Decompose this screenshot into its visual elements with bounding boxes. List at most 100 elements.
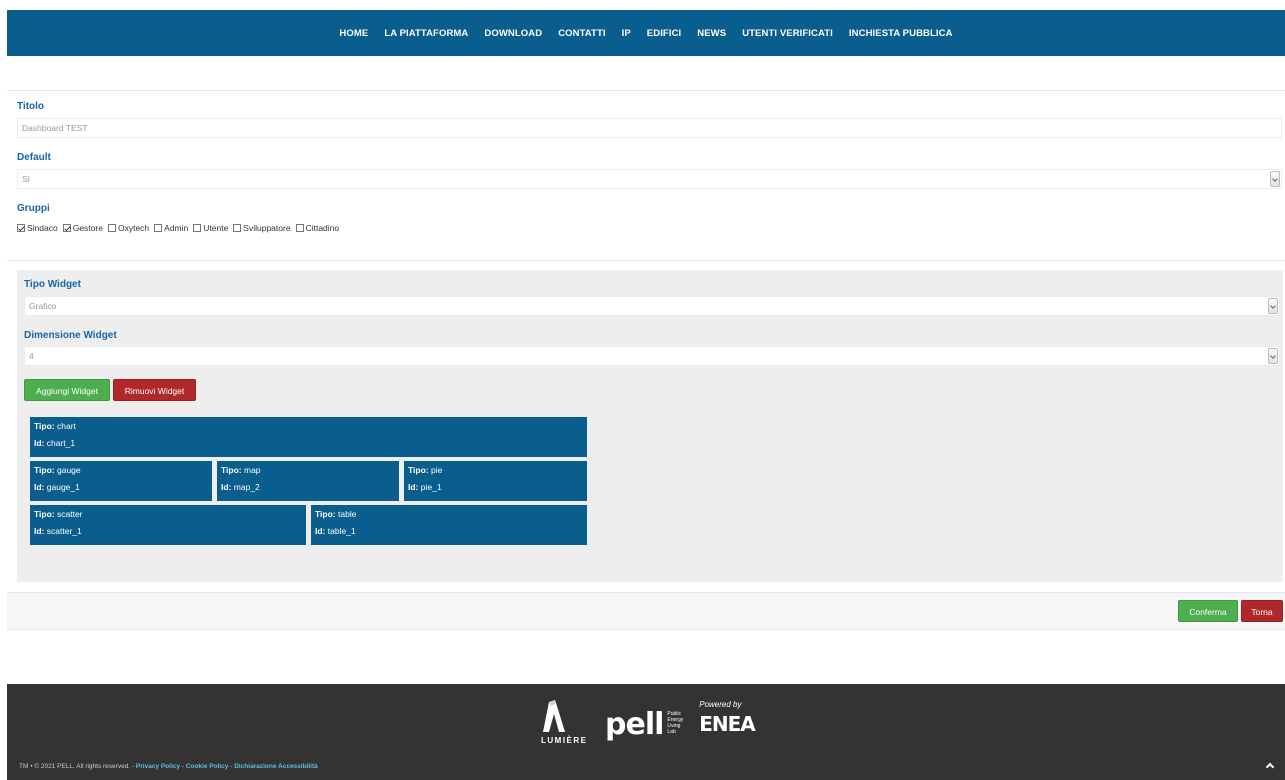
checkbox-icon[interactable] <box>233 224 242 232</box>
chevron-up-icon[interactable] <box>1265 760 1275 770</box>
nav-news[interactable]: NEWS <box>697 28 726 39</box>
widget-id: scatter_1 <box>46 526 82 536</box>
checkbox-label: Utente <box>203 223 229 233</box>
id-prefix: Id: <box>34 482 45 492</box>
nav-utenti-verificati[interactable]: UTENTI VERIFICATI <box>742 28 833 39</box>
pell-text: pell <box>605 707 664 742</box>
widget-id: pie_1 <box>420 482 442 492</box>
widget-grid: Tipo: chart Id: chart_1 Tipo: gauge Id: … <box>30 417 587 549</box>
nav-la-piattaforma[interactable]: LA PIATTAFORMA <box>384 28 468 39</box>
accessibility-link[interactable]: Dichiarazione Accessibilità <box>234 763 318 770</box>
checkbox-label: Gestore <box>72 223 103 233</box>
titolo-input[interactable]: Dashboard TEST <box>17 118 1282 138</box>
widget-tipo: gauge <box>57 465 81 475</box>
actions-bar: Conferma Torna <box>7 592 1285 630</box>
checkbox-checked-icon[interactable] <box>62 224 71 232</box>
footer-logos: LUMIÈRE pell Public Energy Living Lab Po… <box>535 698 756 748</box>
id-prefix: Id: <box>221 482 232 492</box>
widget-tipo: table <box>338 509 357 519</box>
tipo-prefix: Tipo: <box>34 465 55 475</box>
checkbox-checked-icon[interactable] <box>17 224 25 232</box>
copyright: TM • © 2021 PELL. All rights reserved. -… <box>19 763 318 770</box>
nav-home[interactable]: HOME <box>339 28 368 39</box>
widget-id: map_2 <box>233 482 260 492</box>
powered-by: Powered by <box>699 700 742 709</box>
pell-logo: pell Public Energy Living Lab <box>605 710 683 740</box>
back-button[interactable]: Torna <box>1241 600 1283 622</box>
checkbox-cittadino[interactable]: Cittadino <box>295 223 340 233</box>
tipo-prefix: Tipo: <box>221 465 242 475</box>
default-select-value: SI <box>22 174 31 184</box>
tipo-widget-label: Tipo Widget <box>24 279 81 290</box>
checkbox-sindaco[interactable]: Sindaco <box>17 223 58 233</box>
footer: LUMIÈRE pell Public Energy Living Lab Po… <box>7 684 1285 780</box>
widget-card-gauge[interactable]: Tipo: gauge Id: gauge_1 <box>30 461 212 501</box>
lumiere-icon <box>543 700 565 732</box>
copyright-text: TM • © 2021 PELL. All rights reserved. - <box>19 763 135 770</box>
chevron-down-icon[interactable] <box>1270 171 1280 187</box>
nav-inchiesta-pubblica[interactable]: INCHIESTA PUBBLICA <box>849 28 953 39</box>
lumiere-text: LUMIÈRE <box>541 736 588 745</box>
cookie-policy-link[interactable]: Cookie Policy <box>186 763 229 770</box>
widget-card-pie[interactable]: Tipo: pie Id: pie_1 <box>404 461 587 501</box>
checkbox-label: Admin <box>164 223 189 233</box>
tipo-widget-value: Grafico <box>29 301 57 311</box>
checkbox-icon[interactable] <box>295 224 304 232</box>
add-widget-button[interactable]: Aggiungi Widget <box>24 379 110 401</box>
gruppi-label: Gruppi <box>17 203 50 214</box>
chevron-down-icon[interactable] <box>1268 348 1278 364</box>
widget-tipo: chart <box>57 421 76 431</box>
tipo-prefix: Tipo: <box>315 509 336 519</box>
checkbox-icon[interactable] <box>193 224 202 232</box>
nav-edifici[interactable]: EDIFICI <box>647 28 681 39</box>
checkbox-label: Sviluppatore <box>243 223 291 233</box>
tipo-prefix: Tipo: <box>34 509 55 519</box>
checkbox-oxytech[interactable]: Oxytech <box>107 223 150 233</box>
divider <box>7 260 1285 261</box>
checkbox-icon[interactable] <box>154 224 163 232</box>
nav-download[interactable]: DOWNLOAD <box>484 28 542 39</box>
tipo-prefix: Tipo: <box>408 465 429 475</box>
checkbox-admin[interactable]: Admin <box>154 223 188 233</box>
enea-text: ENEA <box>699 712 756 736</box>
widget-tipo: map <box>244 465 261 475</box>
widget-tipo: scatter <box>57 509 83 519</box>
gruppi-checkboxes: Sindaco Gestore Oxytech Admin Utente Svi… <box>17 223 344 233</box>
lumiere-logo: LUMIÈRE <box>535 698 595 748</box>
checkbox-label: Oxytech <box>117 223 150 233</box>
widget-id: chart_1 <box>46 438 76 448</box>
id-prefix: Id: <box>408 482 419 492</box>
widget-panel: Tipo Widget Grafico Dimensione Widget 4 … <box>17 270 1283 582</box>
widget-id: table_1 <box>327 526 356 536</box>
tipo-widget-select[interactable]: Grafico <box>24 296 1280 316</box>
default-select[interactable]: SI <box>17 169 1282 189</box>
widget-id: gauge_1 <box>46 482 80 492</box>
enea-logo: Powered by ENEA <box>699 700 756 736</box>
tipo-prefix: Tipo: <box>34 421 55 431</box>
widget-card-table[interactable]: Tipo: table Id: table_1 <box>311 505 587 545</box>
nav-ip[interactable]: IP <box>622 28 631 39</box>
default-label: Default <box>17 152 51 163</box>
checkbox-icon[interactable] <box>107 224 116 232</box>
checkbox-utente[interactable]: Utente <box>193 223 228 233</box>
chevron-down-icon[interactable] <box>1268 298 1278 314</box>
widget-card-map[interactable]: Tipo: map Id: map_2 <box>217 461 399 501</box>
pell-subtitle: Public Energy Living Lab <box>667 711 683 735</box>
checkbox-sviluppatore[interactable]: Sviluppatore <box>233 223 291 233</box>
widget-card-scatter[interactable]: Tipo: scatter Id: scatter_1 <box>30 505 306 545</box>
top-nav: HOME LA PIATTAFORMA DOWNLOAD CONTATTI IP… <box>7 10 1285 56</box>
privacy-policy-link[interactable]: Privacy Policy <box>136 763 180 770</box>
pell-sub-line: Lab <box>667 729 676 735</box>
confirm-button[interactable]: Conferma <box>1178 600 1238 622</box>
widget-tipo: pie <box>431 465 443 475</box>
dimensione-widget-value: 4 <box>29 351 34 361</box>
nav-contatti[interactable]: CONTATTI <box>558 28 605 39</box>
widget-card-chart[interactable]: Tipo: chart Id: chart_1 <box>30 417 587 457</box>
remove-widget-button[interactable]: Rimuovi Widget <box>113 379 196 401</box>
titolo-label: Titolo <box>17 101 45 112</box>
checkbox-gestore[interactable]: Gestore <box>62 223 103 233</box>
dimensione-widget-select[interactable]: 4 <box>24 346 1280 366</box>
id-prefix: Id: <box>34 438 45 448</box>
id-prefix: Id: <box>315 526 326 536</box>
checkbox-label: Cittadino <box>305 223 340 233</box>
